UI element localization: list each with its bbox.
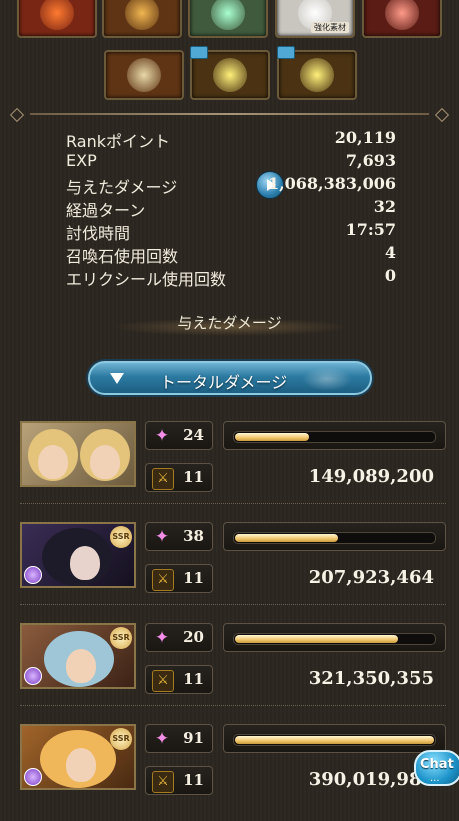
loot-row-1: 強化素材 (0, 0, 459, 44)
chest-icon (277, 46, 295, 59)
chat-label: Chat (420, 757, 454, 772)
sparkle-icon: ✦ (154, 426, 170, 446)
character-portrait[interactable] (20, 421, 136, 487)
stat-label: 与えたダメージ (66, 178, 178, 197)
loot-tag: 強化素材 (311, 22, 349, 33)
dark-element-icon (24, 768, 42, 786)
stat-label: Rankポイント (66, 132, 170, 151)
stat-label: 討伐時間 (66, 224, 131, 243)
character-row: ✦ 24 ⚔ 11 149,089,200 (20, 421, 446, 507)
stat-value: 32 (373, 197, 396, 216)
turn-count: 11 (183, 670, 204, 688)
crossed-swords-icon: ⚔ (152, 569, 174, 591)
character-row: SSR ✦ 38 ⚔ 11 207,923,464 (20, 522, 446, 608)
stat-value: 1,068,383,006 (267, 174, 396, 193)
stat-value: 4 (384, 243, 396, 262)
loot-item[interactable] (188, 0, 268, 38)
damage-bar (223, 421, 446, 450)
damage-bar-fill (235, 433, 309, 441)
turn-count-pill: ⚔ 11 (145, 665, 213, 694)
damage-bar-fill (235, 635, 399, 643)
character-row: SSR ✦ 20 ⚔ 11 321,350,355 (20, 623, 446, 709)
damage-value: 149,089,200 (308, 466, 434, 487)
damage-type-dropdown[interactable]: トータルダメージ (88, 361, 372, 395)
chat-dots: ... (430, 773, 440, 784)
swirl-decoration (302, 367, 352, 391)
turn-count: 11 (183, 569, 204, 587)
turn-count-pill: ⚔ 11 (145, 564, 213, 593)
sparkle-icon: ✦ (154, 527, 170, 547)
character-row: SSR ✦ 91 ⚔ 11 390,019,987 (20, 724, 446, 810)
loot-item[interactable] (17, 0, 97, 38)
stat-row: 召喚石使用回数 4 (66, 243, 396, 266)
sparkle-icon: ✦ (154, 628, 170, 648)
stat-value: 17:57 (345, 220, 396, 239)
damage-value: 321,350,355 (308, 668, 434, 689)
loot-item[interactable] (277, 46, 357, 100)
ability-count-pill: ✦ 38 (145, 522, 213, 551)
dark-element-icon (24, 667, 42, 685)
chat-button[interactable]: Chat ... (414, 750, 459, 786)
stat-row: 経過ターン 32 (66, 197, 396, 220)
turn-count: 11 (183, 771, 204, 789)
loot-item[interactable] (190, 46, 270, 100)
character-portrait[interactable]: SSR (20, 724, 136, 790)
stat-value: 0 (384, 266, 396, 285)
ssr-badge: SSR (110, 728, 132, 750)
chest-icon (190, 46, 208, 59)
stat-value: 7,693 (345, 151, 396, 170)
dark-element-icon (24, 566, 42, 584)
character-portrait[interactable]: SSR (20, 522, 136, 588)
ssr-badge: SSR (110, 627, 132, 649)
damage-bar (223, 522, 446, 551)
ability-count: 91 (183, 729, 204, 747)
stat-row: 与えたダメージ 1,068,383,006 (66, 171, 396, 199)
loot-item[interactable] (104, 50, 184, 100)
ability-count-pill: ✦ 91 (145, 724, 213, 753)
stat-label: 経過ターン (66, 201, 146, 220)
crossed-swords-icon: ⚔ (152, 468, 174, 490)
stat-row: エリクシール使用回数 0 (66, 266, 396, 289)
crossed-swords-icon: ⚔ (152, 670, 174, 692)
dropdown-arrow-icon (110, 373, 124, 384)
damage-bar (223, 623, 446, 652)
ability-count: 20 (183, 628, 204, 646)
section-divider (9, 107, 450, 123)
crossed-swords-icon: ⚔ (152, 771, 174, 793)
stat-row: EXP 7,693 (66, 151, 396, 174)
ability-count: 24 (183, 426, 204, 444)
ability-count-pill: ✦ 24 (145, 421, 213, 450)
loot-item[interactable]: 強化素材 (275, 0, 355, 38)
dropdown-label: トータルダメージ (160, 373, 288, 392)
ability-count-pill: ✦ 20 (145, 623, 213, 652)
loot-item[interactable] (362, 0, 442, 38)
stat-row: Rankポイント 20,119 (66, 128, 396, 151)
stat-row: 討伐時間 17:57 (66, 220, 396, 243)
ssr-badge: SSR (110, 526, 132, 548)
damage-bar (223, 724, 446, 753)
stat-label: 召喚石使用回数 (66, 247, 179, 266)
section-title: 与えたダメージ (177, 314, 282, 332)
turn-count-pill: ⚔ 11 (145, 766, 213, 795)
loot-row-2 (0, 46, 459, 106)
turn-count-pill: ⚔ 11 (145, 463, 213, 492)
turn-count: 11 (183, 468, 204, 486)
stat-value: 20,119 (334, 128, 396, 147)
stat-label: エリクシール使用回数 (66, 270, 227, 289)
sparkle-icon: ✦ (154, 729, 170, 749)
ability-count: 38 (183, 527, 204, 545)
damage-value: 207,923,464 (308, 567, 434, 588)
stat-label: EXP (66, 151, 97, 170)
damage-bar-fill (235, 534, 339, 542)
loot-item[interactable] (102, 0, 182, 38)
damage-bar-fill (235, 736, 434, 744)
character-portrait[interactable]: SSR (20, 623, 136, 689)
result-stats: Rankポイント 20,119 EXP 7,693 与えたダメージ 1,068,… (66, 128, 396, 289)
